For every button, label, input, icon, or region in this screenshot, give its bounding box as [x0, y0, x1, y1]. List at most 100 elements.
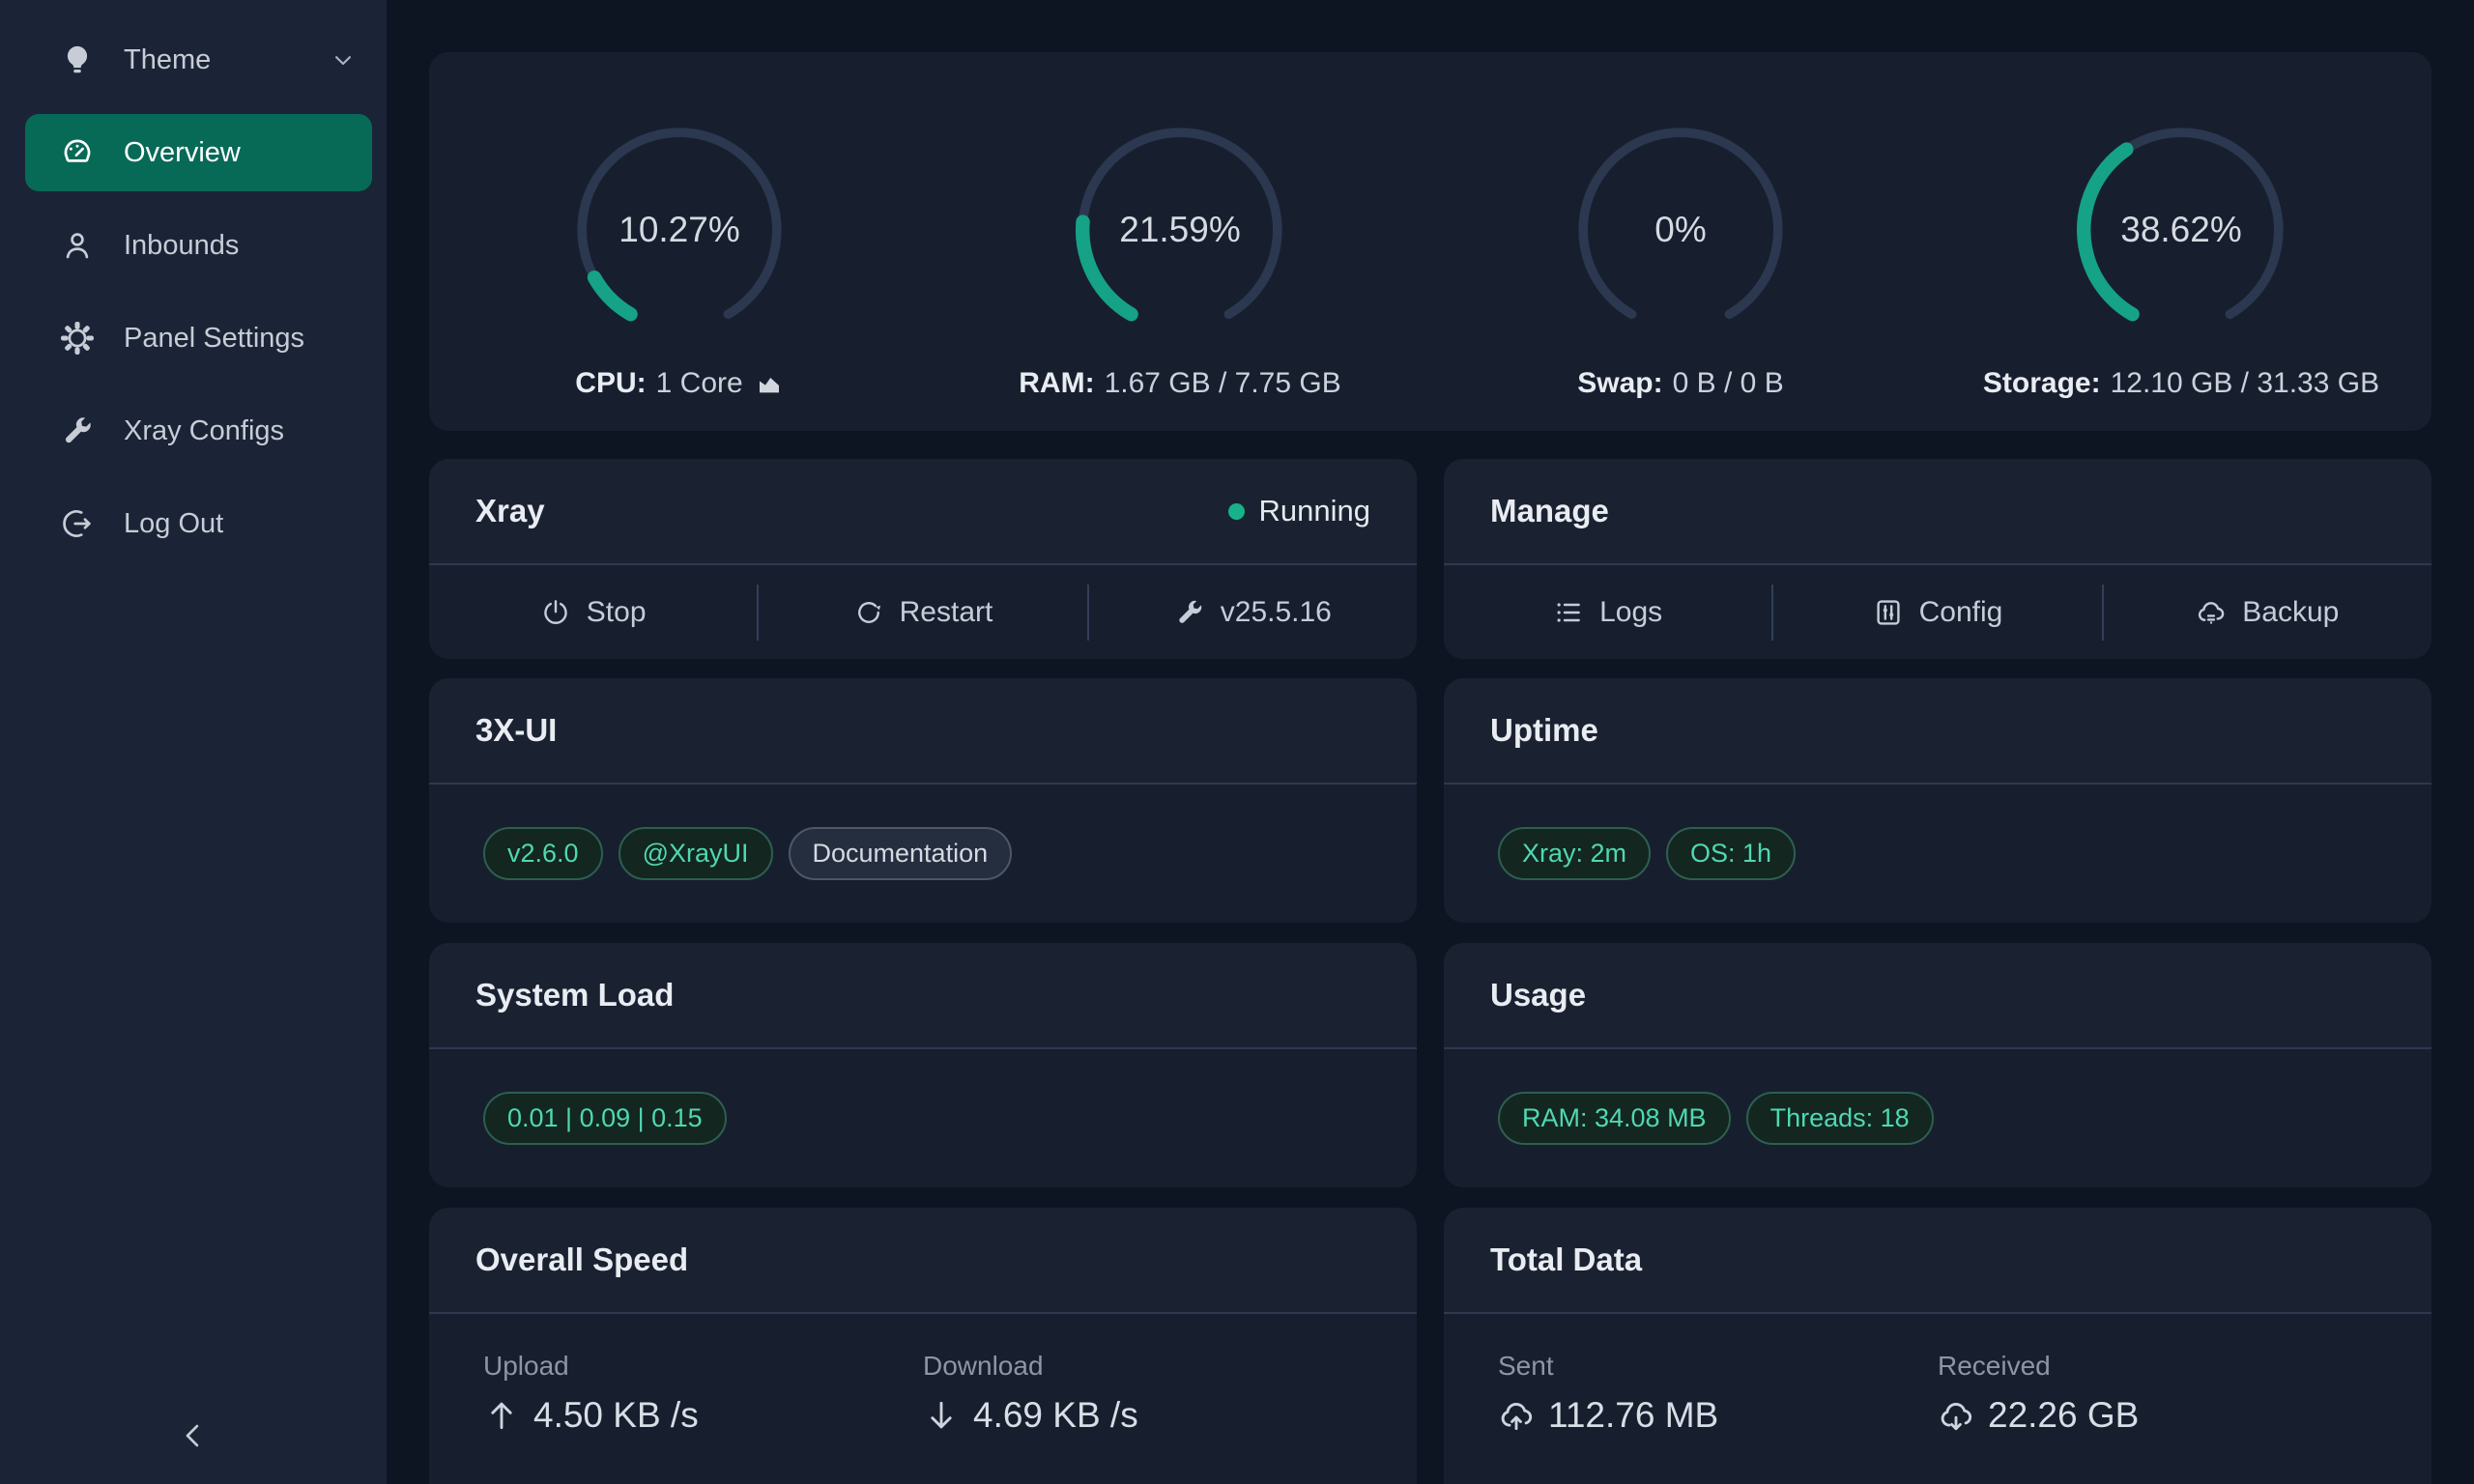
- manage-actions: Logs Config Backup: [1444, 565, 2431, 659]
- gauge-swap: 0% Swap: 0 B / 0 B: [1430, 114, 1931, 400]
- arrow-up-icon: [483, 1397, 520, 1434]
- cpu-label: CPU: 1 Core: [575, 367, 783, 400]
- xray-status-badge: Running: [1228, 494, 1370, 528]
- system-load-card: System Load 0.01 | 0.09 | 0.15: [429, 943, 1417, 1187]
- sidebar-item-label: Log Out: [124, 508, 223, 540]
- swap-label: Swap: 0 B / 0 B: [1577, 367, 1783, 400]
- sidebar-item-label: Overview: [124, 137, 241, 169]
- cloud-server-icon: [2196, 597, 2227, 628]
- card-title: Usage: [1490, 977, 1586, 1013]
- received-stat: Received 22.26 GB: [1938, 1314, 2377, 1436]
- xray-uptime-tag: Xray: 2m: [1498, 827, 1651, 880]
- upload-speed-value: 4.50 KB /s: [483, 1395, 923, 1436]
- sent-data-value: 112.76 MB: [1498, 1395, 1938, 1436]
- sidebar-item-inbounds[interactable]: Inbounds: [0, 199, 387, 292]
- card-title: Xray: [475, 493, 545, 529]
- swap-percent: 0%: [1565, 114, 1797, 346]
- ram-usage-tag: RAM: 34.08 MB: [1498, 1092, 1731, 1145]
- sliders-icon: [1873, 597, 1904, 628]
- sidebar-item-log-out[interactable]: Log Out: [0, 477, 387, 570]
- usage-card-header: Usage: [1444, 943, 2431, 1049]
- xrayui-link-tag[interactable]: @XrayUI: [618, 827, 773, 880]
- xui-tags: v2.6.0 @XrayUI Documentation: [429, 785, 1417, 923]
- load-average-tag: 0.01 | 0.09 | 0.15: [483, 1092, 727, 1145]
- sidebar-item-theme[interactable]: Theme: [0, 14, 387, 106]
- stop-button[interactable]: Stop: [429, 596, 757, 629]
- sidebar-item-label: Panel Settings: [124, 323, 304, 355]
- xui-card: 3X-UI v2.6.0 @XrayUI Documentation: [429, 678, 1417, 923]
- config-button[interactable]: Config: [1773, 596, 2101, 629]
- sidebar-item-label: Inbounds: [124, 230, 239, 262]
- download-stat: Download 4.69 KB /s: [923, 1314, 1363, 1436]
- card-title: Total Data: [1490, 1241, 1642, 1278]
- overall-speed-card-header: Overall Speed: [429, 1208, 1417, 1314]
- sidebar-collapse-button[interactable]: [162, 1405, 224, 1467]
- cpu-percent: 10.27%: [563, 114, 795, 346]
- list-icon: [1553, 597, 1584, 628]
- stat-label: Received: [1938, 1351, 2377, 1382]
- chevron-left-icon: [176, 1418, 211, 1453]
- system-gauges-card: 10.27% CPU: 1 Core 21.59%: [429, 52, 2431, 431]
- power-icon: [540, 597, 571, 628]
- uptime-tags: Xray: 2m OS: 1h: [1444, 785, 2431, 923]
- chevron-down-icon: [329, 45, 358, 74]
- sent-stat: Sent 112.76 MB: [1498, 1314, 1938, 1436]
- usage-tags: RAM: 34.08 MB Threads: 18: [1444, 1049, 2431, 1187]
- gauge-icon: [60, 135, 95, 170]
- logout-icon: [60, 506, 95, 541]
- xray-card-header: Xray Running: [429, 459, 1417, 565]
- usage-card: Usage RAM: 34.08 MB Threads: 18: [1444, 943, 2431, 1187]
- sidebar-item-panel-settings[interactable]: Panel Settings: [0, 292, 387, 385]
- card-title: 3X-UI: [475, 712, 557, 749]
- xray-version-button[interactable]: v25.5.16: [1089, 596, 1417, 629]
- wrench-icon: [1174, 597, 1205, 628]
- stat-label: Download: [923, 1351, 1363, 1382]
- total-data-card: Total Data Sent 112.76 MB Received: [1444, 1208, 2431, 1484]
- stat-label: Upload: [483, 1351, 923, 1382]
- dashboard-page: Theme Overview Inbounds: [0, 0, 2474, 1484]
- sidebar: Theme Overview Inbounds: [0, 0, 387, 1484]
- manage-card-header: Manage: [1444, 459, 2431, 565]
- overall-speed-body: Upload 4.50 KB /s Download: [429, 1314, 1417, 1436]
- manage-card: Manage Logs Config: [1444, 459, 2431, 659]
- xray-card: Xray Running Stop: [429, 459, 1417, 659]
- status-text: Running: [1259, 494, 1370, 528]
- gear-icon: [60, 321, 95, 356]
- sidebar-item-label: Xray Configs: [124, 415, 284, 447]
- card-title: Overall Speed: [475, 1241, 688, 1278]
- documentation-link-tag[interactable]: Documentation: [789, 827, 1013, 880]
- card-title: Manage: [1490, 493, 1609, 529]
- version-tag[interactable]: v2.6.0: [483, 827, 603, 880]
- card-title: System Load: [475, 977, 674, 1013]
- status-dot-icon: [1228, 503, 1245, 520]
- restart-button[interactable]: Restart: [759, 596, 1086, 629]
- uptime-card: Uptime Xray: 2m OS: 1h: [1444, 678, 2431, 923]
- stat-label: Sent: [1498, 1351, 1938, 1382]
- system-load-card-header: System Load: [429, 943, 1417, 1049]
- gauge-storage: 38.62% Storage: 12.10 GB / 31.33 GB: [1931, 114, 2431, 400]
- chart-icon[interactable]: [755, 369, 784, 398]
- user-icon: [60, 228, 95, 263]
- cloud-download-icon: [1938, 1397, 1974, 1434]
- logs-button[interactable]: Logs: [1444, 596, 1771, 629]
- upload-stat: Upload 4.50 KB /s: [483, 1314, 923, 1436]
- arrow-down-icon: [923, 1397, 960, 1434]
- xui-card-header: 3X-UI: [429, 678, 1417, 785]
- wrench-icon: [60, 414, 95, 448]
- sidebar-item-label: Theme: [124, 44, 211, 76]
- ram-percent: 21.59%: [1064, 114, 1296, 346]
- uptime-card-header: Uptime: [1444, 678, 2431, 785]
- backup-button[interactable]: Backup: [2104, 596, 2431, 629]
- main-content: 10.27% CPU: 1 Core 21.59%: [429, 52, 2431, 1484]
- system-load-tags: 0.01 | 0.09 | 0.15: [429, 1049, 1417, 1187]
- received-data-value: 22.26 GB: [1938, 1395, 2377, 1436]
- sidebar-item-overview[interactable]: Overview: [25, 114, 372, 191]
- ram-label: RAM: 1.67 GB / 7.75 GB: [1019, 367, 1340, 400]
- storage-percent: 38.62%: [2065, 114, 2297, 346]
- sidebar-item-xray-configs[interactable]: Xray Configs: [0, 385, 387, 477]
- threads-tag: Threads: 18: [1746, 1092, 1934, 1145]
- total-data-body: Sent 112.76 MB Received: [1444, 1314, 2431, 1436]
- restart-icon: [853, 597, 884, 628]
- xray-actions: Stop Restart v25.5.16: [429, 565, 1417, 659]
- total-data-card-header: Total Data: [1444, 1208, 2431, 1314]
